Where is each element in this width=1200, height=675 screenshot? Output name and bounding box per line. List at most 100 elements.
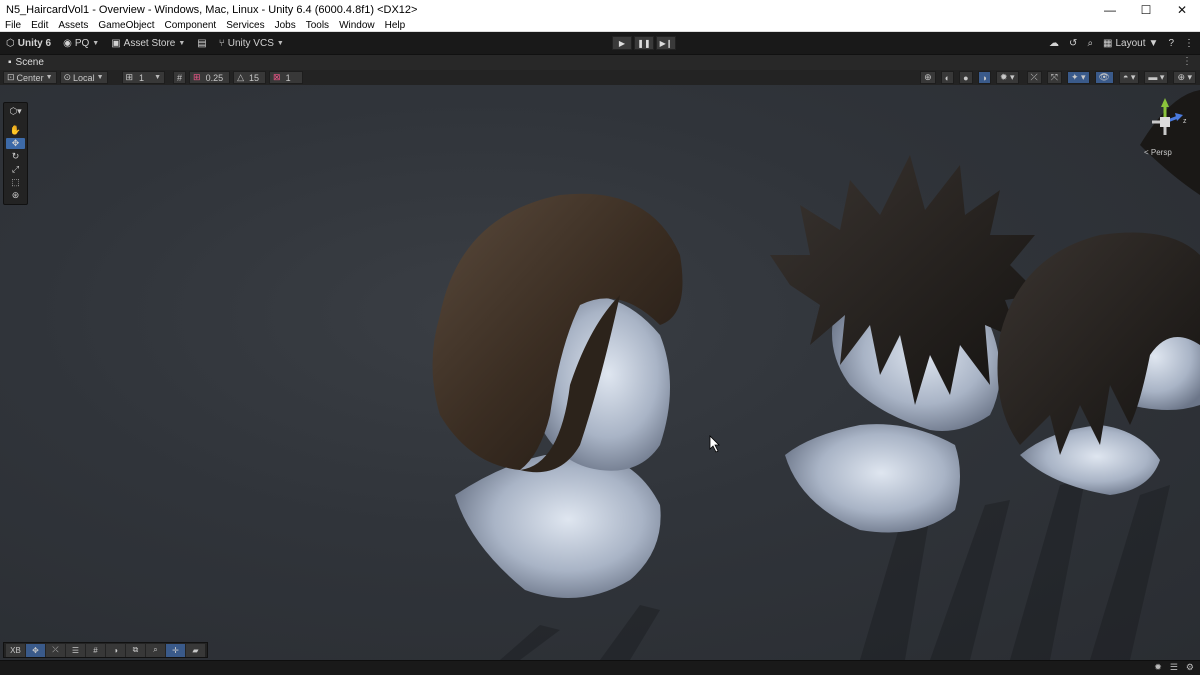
history-icon[interactable]: ↺ <box>1069 38 1077 49</box>
scale-tool-icon[interactable]: ⤢ <box>6 164 25 175</box>
asset-store-label: Asset Store <box>123 37 176 49</box>
grid-visibility-button[interactable]: # <box>173 71 187 84</box>
console-icon[interactable]: ☰ <box>1170 662 1178 673</box>
pause-button[interactable]: ❚❚ <box>634 36 654 50</box>
chevron-down-icon: ▼ <box>178 39 186 47</box>
head-bob-hair <box>432 193 683 598</box>
lighting-overlay-icon[interactable]: ◑ <box>106 643 125 657</box>
shading-wireframe-icon[interactable]: ◐ <box>940 71 955 84</box>
audio-toggle-icon[interactable]: ⤫ <box>1026 71 1042 84</box>
palette-divider <box>6 119 25 123</box>
right-toolbar: ☁ ↺ ⌕ ▦ Layout ▼ ? ⋮ <box>1049 36 1194 50</box>
rotate-tool-icon[interactable]: ↻ <box>6 151 25 162</box>
grid-snap-field[interactable]: ⊞ 1 ▼ <box>121 71 165 84</box>
increment-snap-field[interactable]: ⊞ 0.25 <box>189 71 231 84</box>
transform-snap-icon[interactable]: ⤫ <box>46 643 65 657</box>
chevron-down-icon: ▼ <box>92 39 100 47</box>
camera-overlay-icon[interactable]: ▰ <box>186 643 205 657</box>
menu-help[interactable]: Help <box>380 20 411 31</box>
scale-value: 1 <box>285 72 291 83</box>
scene-fx-icon[interactable]: ✦ ▾ <box>1066 71 1090 84</box>
visibility-icon[interactable]: 👁 <box>1094 71 1114 84</box>
move-tool-icon[interactable]: ✥ <box>6 138 25 149</box>
scene-toolbar: ⊡ Center ▼ ⊙ Local ▼ ⊞ 1 ▼ # ⊞ 0.25 △ 15… <box>0 70 1200 85</box>
more-options-icon[interactable]: ⋮ <box>1184 38 1194 49</box>
menu-file[interactable]: File <box>0 20 26 31</box>
pivot-dropdown[interactable]: ⊡ Center ▼ <box>3 71 57 84</box>
close-button[interactable]: ✕ <box>1164 0 1200 19</box>
play-button[interactable]: ▶ <box>612 36 632 50</box>
menu-edit[interactable]: Edit <box>26 20 53 31</box>
play-controls: ▶ ❚❚ ▶❙ <box>612 36 676 50</box>
angle-value: 15 <box>249 72 260 83</box>
menu-gameobject[interactable]: GameObject <box>93 20 159 31</box>
menu-window[interactable]: Window <box>334 20 380 31</box>
unity-logo-icon: ⬡ <box>6 37 15 49</box>
step-button[interactable]: ▶❙ <box>656 36 676 50</box>
chevron-down-icon: ▼ <box>45 74 53 81</box>
gizmos-icon[interactable]: ⊕ ▾ <box>1173 71 1196 84</box>
scene-viewport[interactable] <box>0 85 1200 660</box>
angle-snap-field[interactable]: △ 15 <box>233 71 267 84</box>
pivot-overlay-icon[interactable]: ✛ <box>166 643 185 657</box>
settings-icon[interactable]: ⚙ <box>1186 662 1194 673</box>
move-gizmo-icon[interactable]: ✥ <box>26 643 45 657</box>
pivot-icon: ⊡ <box>7 72 15 82</box>
chevron-down-icon: ▼ <box>154 74 161 81</box>
tab-scene[interactable]: ▪ Scene <box>0 55 52 71</box>
asset-store-dropdown[interactable]: ▣ Asset Store ▼ <box>105 34 191 52</box>
layout-icon: ▦ <box>1103 37 1113 49</box>
scale-snap-field[interactable]: ⊠ 1 <box>269 71 303 84</box>
chevron-down-icon: ▼ <box>96 74 104 81</box>
hand-tool-icon[interactable]: ✋ <box>6 125 25 136</box>
shading-lit-icon[interactable]: ◑ <box>977 71 991 84</box>
cloud-icon[interactable]: ☁ <box>1049 38 1059 49</box>
space-dropdown[interactable]: ⊙ Local ▼ <box>59 71 108 84</box>
menu-services[interactable]: Services <box>221 20 269 31</box>
snap-icon: ⊞ <box>193 72 201 82</box>
unity-label: Unity 6 <box>17 37 52 49</box>
space-icon: ⊙ <box>63 72 72 82</box>
transform-tool-icon[interactable]: ⊛ <box>6 190 25 201</box>
fx-toggle-icon[interactable]: ⤧ <box>1046 71 1062 84</box>
tools-overlay: ⬡▾ ✋ ✥ ↻ ⤢ ⬚ ⊛ <box>3 102 28 205</box>
lighting-icon[interactable]: ✹ ▾ <box>995 71 1019 84</box>
status-bar: ✹ ☰ ⚙ <box>0 660 1200 675</box>
orientation-gizmo[interactable]: z < Persp <box>1140 95 1190 160</box>
rect-tool-icon[interactable]: ⬚ <box>6 177 25 188</box>
layers-icon[interactable]: ⧉ <box>126 643 145 657</box>
debug-icon[interactable]: ✹ <box>1154 662 1162 673</box>
menu-assets[interactable]: Assets <box>53 20 93 31</box>
window-title: N5_HaircardVol1 - Overview - Windows, Ma… <box>6 3 418 16</box>
layout-dropdown[interactable]: ▦ Layout ▼ <box>1103 38 1158 49</box>
gizmo-toggle-icon[interactable]: ⊕ <box>920 71 936 84</box>
grid-icon: # <box>177 72 183 83</box>
camera-icon[interactable]: ▬ ▾ <box>1144 71 1169 84</box>
vcs-dropdown[interactable]: ⑂ Unity VCS ▼ <box>213 34 290 52</box>
tab-menu-icon[interactable]: ⋮ <box>1182 56 1192 67</box>
help-icon[interactable]: ? <box>1168 38 1174 49</box>
rotate-snap-icon: △ <box>237 72 245 82</box>
align-icon[interactable]: ☰ <box>66 643 85 657</box>
unity-account-button[interactable]: ⬡ Unity 6 <box>0 34 57 52</box>
shading-shaded-icon[interactable]: ● <box>959 71 973 84</box>
package-button[interactable]: ▤ <box>191 34 212 52</box>
layout-label: Layout <box>1115 37 1146 49</box>
grid-overlay-icon[interactable]: # <box>86 643 105 657</box>
tool-menu-icon[interactable]: ⬡▾ <box>6 106 25 117</box>
scene-render <box>432 90 1200 660</box>
package-icon: ▤ <box>197 37 207 49</box>
maximize-button[interactable]: ☐ <box>1128 0 1164 19</box>
minimize-button[interactable]: — <box>1092 0 1128 19</box>
xr-button[interactable]: XB <box>6 643 25 657</box>
user-icon: ◉ <box>63 37 72 49</box>
menu-component[interactable]: Component <box>160 20 222 31</box>
mouse-cursor <box>709 435 720 453</box>
zoom-icon[interactable]: ⌕ <box>146 643 165 657</box>
search-icon[interactable]: ⌕ <box>1087 38 1093 49</box>
hidden-objects-icon[interactable]: ◓ ▾ <box>1118 71 1140 84</box>
menu-tools[interactable]: Tools <box>301 20 334 31</box>
menu-jobs[interactable]: Jobs <box>270 20 301 31</box>
account-dropdown[interactable]: ◉ PQ ▼ <box>57 34 105 52</box>
scene-tab-bar: ▪ Scene ⋮ <box>0 54 1200 70</box>
